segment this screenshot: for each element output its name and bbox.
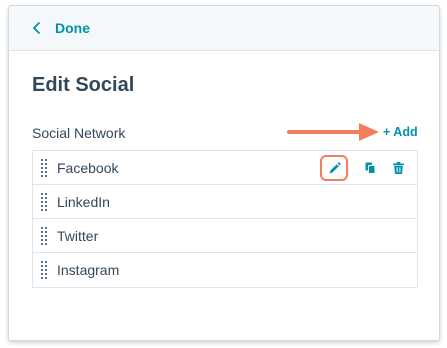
clone-icon [365,162,375,174]
list-item-facebook: Facebook [33,151,417,185]
page-title: Edit Social [32,74,135,96]
done-back-button[interactable]: Done [31,18,90,38]
list-item-linkedin: LinkedIn [33,185,417,219]
drag-handle-icon[interactable] [41,227,47,245]
clone-button[interactable] [363,161,377,175]
delete-button[interactable] [391,161,405,175]
panel-header: Done [9,6,439,51]
list-item-label: Twitter [57,228,99,244]
row-actions [320,151,405,185]
list-item-label: LinkedIn [57,194,110,210]
drag-handle-icon[interactable] [41,159,47,177]
social-network-list: Facebook LinkedIn Twitter Instagram [32,150,418,288]
drag-handle-icon[interactable] [41,193,47,211]
edit-social-panel: Done Edit Social Social Network + Add Fa… [8,5,440,341]
list-item-instagram: Instagram [33,253,417,287]
social-network-label: Social Network [32,125,126,141]
add-social-button[interactable]: + Add [383,125,418,139]
annotation-arrow-icon [287,123,379,141]
list-item-label: Instagram [57,262,120,278]
list-item-label: Facebook [57,160,119,176]
trash-icon [392,162,404,174]
chevron-left-icon [33,22,40,34]
done-label: Done [55,20,90,36]
list-item-twitter: Twitter [33,219,417,253]
drag-handle-icon[interactable] [41,261,47,279]
pencil-icon [329,161,341,173]
edit-button[interactable] [320,155,348,181]
